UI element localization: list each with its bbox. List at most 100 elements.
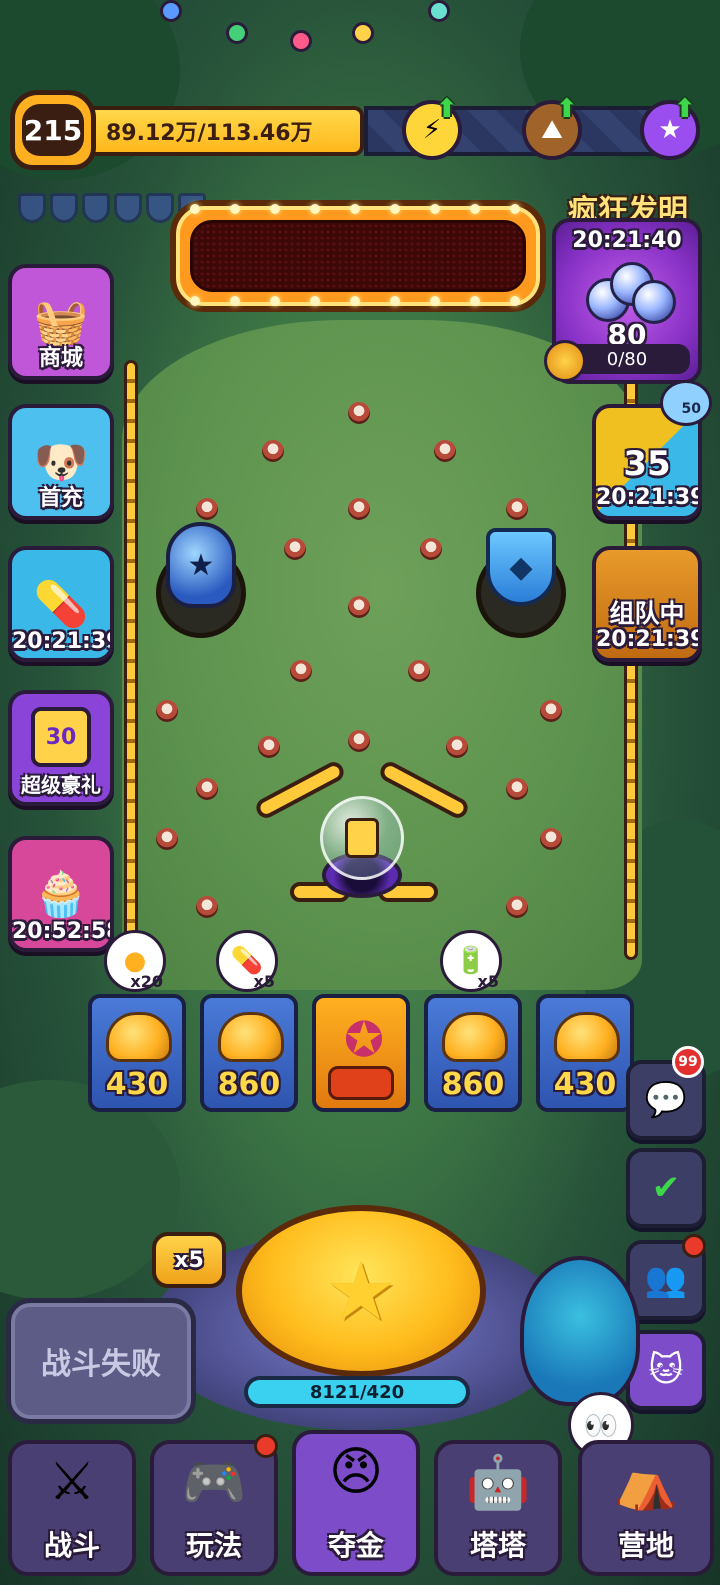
marquee-bulb xyxy=(350,204,360,214)
team-status: 组队中 xyxy=(609,599,685,628)
upgrade-arrow-icon: ⬆ xyxy=(556,94,578,124)
nav-battle-label: 战斗 xyxy=(43,1529,100,1562)
marquee-bulb xyxy=(430,296,440,306)
peg xyxy=(258,736,280,758)
marquee-bulb xyxy=(190,296,200,306)
bin-value: 860 xyxy=(217,1067,281,1102)
map-event-value: 35 xyxy=(623,444,671,484)
marquee-bulb xyxy=(350,296,360,306)
peg xyxy=(348,730,370,752)
cake-event-button[interactable]: 🧁 20:52:58 xyxy=(8,836,114,952)
peg xyxy=(540,828,562,850)
energy-bar: 8121/420 xyxy=(244,1376,470,1408)
cat-robot-icon: 🤖 xyxy=(465,1453,531,1513)
string-light xyxy=(160,0,182,22)
mountain-icon[interactable]: ⛰ ⬆ xyxy=(522,96,582,160)
lightning-icon[interactable]: ⚡ ⬆ xyxy=(402,96,462,160)
cat-icon: 🐱 xyxy=(648,1350,684,1390)
top-bar: 89.12万/113.46万 215 ⚡ ⬆ ⛰ ⬆ ★ ⬆ xyxy=(10,90,710,170)
peg xyxy=(156,700,178,722)
peg xyxy=(540,700,562,722)
upgrade-arrow-icon: ⬆ xyxy=(674,94,696,124)
capsule-reward-tag: 💊 x5 xyxy=(216,930,278,992)
capsule-reward-count: x5 xyxy=(253,972,275,991)
marquee-bulb xyxy=(470,204,480,214)
battery-reward-tag: 🔋 x5 xyxy=(440,930,502,992)
nav-battle[interactable]: ⚔ 战斗 xyxy=(8,1440,136,1576)
multiplier-button[interactable]: x5 xyxy=(152,1232,226,1288)
swords-icon: ⚔ xyxy=(48,1452,96,1512)
launch-button[interactable]: ★ xyxy=(236,1205,486,1377)
shield-icon xyxy=(114,193,142,223)
string-light xyxy=(352,22,374,44)
left-rail xyxy=(124,360,138,960)
marquee-bulb xyxy=(270,296,280,306)
peg xyxy=(420,538,442,560)
coin-pile-icon xyxy=(442,1012,508,1062)
tent-icon: ⛺ xyxy=(613,1453,679,1513)
capsule-event-button[interactable]: 💊 20:21:39 xyxy=(8,546,114,662)
nav-gold-rush[interactable]: 😠 夺金 xyxy=(292,1430,420,1576)
marquee-bulb xyxy=(270,204,280,214)
map-event-badge-value: 50 xyxy=(681,401,701,417)
faces-star-icon: 😠 xyxy=(328,1442,384,1502)
string-light xyxy=(226,22,248,44)
gamepad-icon: 🎮 xyxy=(181,1453,247,1513)
shop-button[interactable]: 🧺 商城 xyxy=(8,264,114,380)
shield-icon xyxy=(18,193,46,223)
marquee-bulb xyxy=(430,204,440,214)
bin-slot: 860 xyxy=(200,994,298,1112)
peg xyxy=(196,896,218,918)
bottom-nav: ⚔ 战斗 🎮 玩法 😠 夺金 🤖 塔塔 ⛺ 营地 xyxy=(0,1430,720,1585)
drum-icon xyxy=(328,1066,394,1100)
coin-pin-icon xyxy=(544,340,586,382)
shield-powerup-icon[interactable]: ◆ xyxy=(486,528,556,606)
bubble-ball xyxy=(320,796,404,880)
bin-slot: 430 xyxy=(88,994,186,1112)
coin-pile-icon xyxy=(218,1012,284,1062)
gift-box-icon xyxy=(345,818,379,858)
chat-badge: 99 xyxy=(672,1046,704,1078)
gameplay-notification-dot xyxy=(254,1434,278,1458)
nav-camp[interactable]: ⛺ 营地 xyxy=(578,1440,714,1576)
nav-camp-label: 营地 xyxy=(617,1529,674,1562)
nav-tata-label: 塔塔 xyxy=(469,1529,526,1562)
battle-status-panel[interactable]: 战斗失败 xyxy=(6,1298,196,1424)
player-level-badge[interactable]: 215 xyxy=(10,90,96,170)
peg xyxy=(196,498,218,520)
peg xyxy=(506,896,528,918)
upgrade-arrow-icon: ⬆ xyxy=(436,94,458,124)
tasks-button[interactable]: ✔ xyxy=(626,1148,706,1228)
star-icon[interactable]: ★ ⬆ xyxy=(640,96,700,160)
peg xyxy=(348,498,370,520)
capsule-event-timer: 20:21:39 xyxy=(12,629,114,654)
first-recharge-button[interactable]: 🐶 首充 xyxy=(8,404,114,520)
nav-gameplay[interactable]: 🎮 玩法 xyxy=(150,1440,278,1576)
peg xyxy=(348,596,370,618)
shield-icon xyxy=(82,193,110,223)
nav-tata[interactable]: 🤖 塔塔 xyxy=(434,1440,562,1576)
led-screen xyxy=(190,220,526,292)
coin-reward-count: x20 xyxy=(130,972,163,991)
marquee-bulb xyxy=(190,204,200,214)
cake-event-timer: 20:52:58 xyxy=(12,919,114,944)
bin-value: 430 xyxy=(105,1067,169,1102)
marquee-bulb xyxy=(230,296,240,306)
marquee-bulb xyxy=(510,204,520,214)
marquee-bulb xyxy=(230,204,240,214)
string-light xyxy=(428,0,450,22)
peg xyxy=(434,440,456,462)
mystery-bin-slot: ✪ xyxy=(312,994,410,1112)
super-gift-button[interactable]: 30 超级豪礼 xyxy=(8,690,114,806)
game-screen: 89.12万/113.46万 215 ⚡ ⬆ ⛰ ⬆ ★ ⬆ ★ ◆ 🧺 商城 … xyxy=(0,0,720,1585)
mystery-star-icon: ✪ xyxy=(343,1012,385,1068)
team-event-button[interactable]: 组队中 20:21:39 xyxy=(592,546,702,662)
coin-pile-icon xyxy=(554,1012,620,1062)
coin-pile-icon xyxy=(106,1012,172,1062)
resource-bar: 89.12万/113.46万 xyxy=(86,106,364,156)
friends-icon: 👥 xyxy=(644,1260,688,1300)
star-egg-icon[interactable]: ★ xyxy=(166,522,236,608)
map-event-badge: 50 xyxy=(660,380,712,426)
peg xyxy=(446,736,468,758)
map-event-timer: 20:21:39 xyxy=(596,485,702,510)
